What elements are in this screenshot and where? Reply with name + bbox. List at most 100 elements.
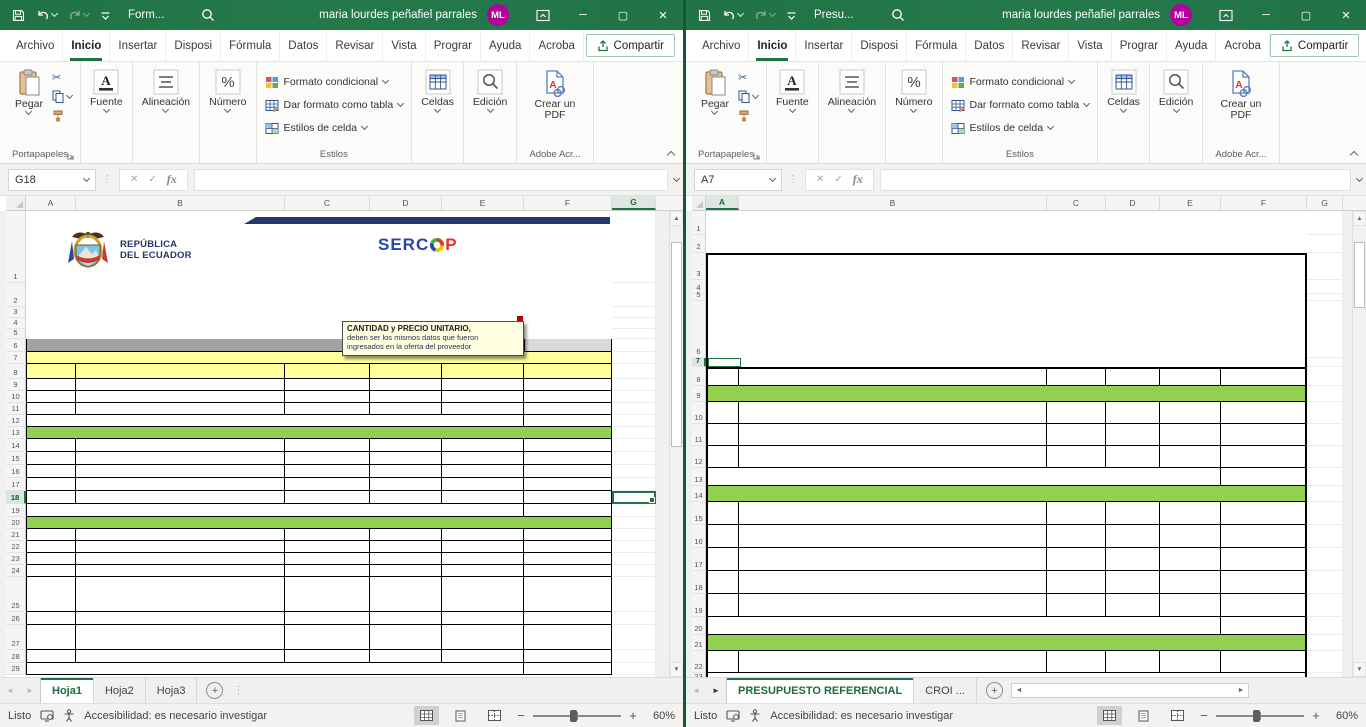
cell[interactable] xyxy=(612,577,656,612)
zoom-slider[interactable] xyxy=(1216,715,1304,717)
share-button[interactable]: Compartir xyxy=(586,34,675,57)
cell[interactable] xyxy=(76,650,285,663)
cell[interactable] xyxy=(1307,468,1343,486)
cell[interactable] xyxy=(370,541,442,553)
cell[interactable] xyxy=(370,650,442,663)
select-all-corner[interactable] xyxy=(6,196,26,210)
subtotal-label[interactable] xyxy=(26,504,524,517)
ribbon-tab-acroba[interactable]: Acroba xyxy=(530,30,583,61)
row-header-6[interactable]: 6 xyxy=(6,339,26,352)
cell[interactable] xyxy=(26,465,76,478)
cell[interactable] xyxy=(1307,502,1343,525)
ribbon-display-options-icon[interactable] xyxy=(1206,0,1246,30)
cell[interactable] xyxy=(370,625,442,650)
avatar[interactable]: ML xyxy=(487,4,509,26)
cell[interactable] xyxy=(706,594,739,617)
cell[interactable] xyxy=(76,439,285,452)
cell[interactable] xyxy=(1047,548,1106,571)
row-header-7[interactable]: 7 xyxy=(692,358,706,367)
cell[interactable] xyxy=(285,625,370,650)
search-icon[interactable] xyxy=(891,8,905,22)
column-header-F[interactable]: F xyxy=(524,196,612,210)
enter-formula-icon[interactable]: ✓ xyxy=(834,174,842,185)
cell[interactable] xyxy=(524,625,612,650)
row-header-5[interactable]: 5 xyxy=(6,329,26,339)
zoom-level[interactable]: 60% xyxy=(1330,710,1358,722)
cell[interactable] xyxy=(612,478,656,491)
row-header-17[interactable]: 17 xyxy=(6,478,26,491)
conditional-formatting-button[interactable]: Formato condicional xyxy=(265,72,404,92)
row-header-27[interactable]: 27 xyxy=(6,625,26,650)
cell[interactable] xyxy=(612,339,656,352)
table-column-header[interactable] xyxy=(370,364,442,379)
column-header-G[interactable]: G xyxy=(612,196,656,210)
cell[interactable] xyxy=(739,502,1047,525)
cell[interactable] xyxy=(706,424,739,446)
insert-function-icon[interactable]: fx xyxy=(853,172,863,187)
cell[interactable] xyxy=(524,439,612,452)
row-header-25[interactable]: 25 xyxy=(6,577,26,612)
collapse-ribbon-icon[interactable] xyxy=(1350,151,1358,159)
cell[interactable] xyxy=(442,565,524,577)
cell[interactable] xyxy=(26,565,76,577)
ribbon-tab-archivo[interactable]: Archivo xyxy=(8,30,63,61)
cell[interactable] xyxy=(524,452,612,465)
scroll-up-icon[interactable]: ▲ xyxy=(1353,211,1366,226)
cell[interactable] xyxy=(739,402,1047,424)
cell[interactable] xyxy=(612,553,656,565)
cell[interactable] xyxy=(26,452,76,465)
accessibility-status[interactable]: Accesibilidad: es necesario investigar xyxy=(770,710,953,722)
cell[interactable] xyxy=(612,307,656,318)
formula-input[interactable] xyxy=(880,169,1351,191)
column-header-C[interactable]: C xyxy=(1047,196,1106,210)
row-header-15[interactable]: 15 xyxy=(6,452,26,465)
cell[interactable] xyxy=(370,403,442,415)
cell[interactable] xyxy=(1307,358,1343,367)
cell[interactable] xyxy=(26,403,76,415)
ribbon-tab-insertar[interactable]: Insertar xyxy=(796,30,852,61)
zoom-in-button[interactable]: + xyxy=(628,708,638,723)
cell[interactable] xyxy=(285,565,370,577)
page-layout-view-button[interactable] xyxy=(448,706,473,725)
undo-button[interactable] xyxy=(722,9,743,21)
cell[interactable] xyxy=(1047,525,1106,548)
maximize-button[interactable]: ▢ xyxy=(603,0,643,30)
minimize-button[interactable]: ─ xyxy=(1246,0,1286,30)
ribbon-tab-archivo[interactable]: Archivo xyxy=(694,30,749,61)
row-header-12[interactable]: 12 xyxy=(6,415,26,427)
cell[interactable] xyxy=(612,391,656,403)
cell[interactable] xyxy=(1307,253,1343,280)
cell[interactable] xyxy=(739,651,1047,673)
row-header-2[interactable]: 2 xyxy=(692,235,706,253)
cell[interactable] xyxy=(1221,548,1307,571)
display-settings-icon[interactable] xyxy=(726,710,740,722)
cell[interactable] xyxy=(706,358,1307,367)
cell[interactable] xyxy=(524,650,612,663)
row-header-21[interactable]: 21 xyxy=(6,529,26,541)
cell[interactable] xyxy=(370,612,442,625)
row-header-24[interactable]: 24 xyxy=(6,565,26,577)
cell[interactable] xyxy=(1221,594,1307,617)
cell[interactable] xyxy=(612,541,656,553)
cell[interactable] xyxy=(285,541,370,553)
normal-view-button[interactable] xyxy=(1097,706,1122,725)
ribbon-tab-ayuda[interactable]: Ayuda xyxy=(481,30,530,61)
cell[interactable] xyxy=(76,541,285,553)
cell[interactable] xyxy=(370,391,442,403)
name-box[interactable]: A7 xyxy=(694,169,782,191)
ribbon-tab-prograr[interactable]: Prograr xyxy=(426,30,481,61)
table-column-header[interactable] xyxy=(1047,367,1106,386)
cell[interactable] xyxy=(76,391,285,403)
sheet-nav-right-icon[interactable]: ► xyxy=(706,678,726,703)
format-as-table-button[interactable]: Dar formato como tabla xyxy=(265,95,404,115)
row-header-17[interactable]: 17 xyxy=(692,548,706,571)
cell[interactable] xyxy=(524,391,612,403)
cells-button[interactable]: Celdas xyxy=(414,66,461,115)
cell[interactable] xyxy=(612,318,656,329)
cell[interactable] xyxy=(76,379,285,391)
ribbon-tab-vista[interactable]: Vista xyxy=(383,30,425,61)
cell[interactable] xyxy=(1307,617,1343,635)
row-header-14[interactable]: 14 xyxy=(6,439,26,452)
cell[interactable] xyxy=(706,502,739,525)
editing-button[interactable]: Edición xyxy=(466,66,514,115)
